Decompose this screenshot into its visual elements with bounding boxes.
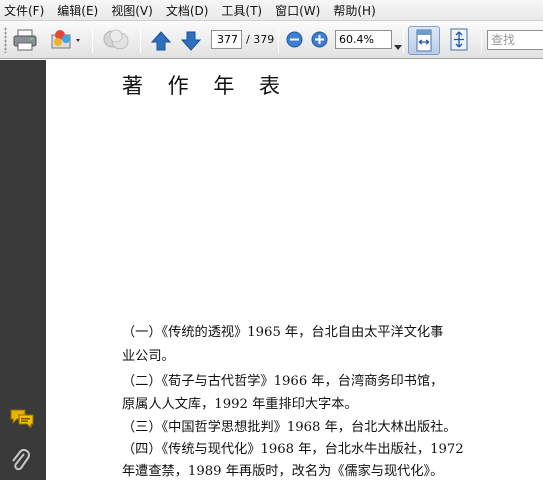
- zoom-in-icon: [311, 31, 328, 48]
- print-button[interactable]: [12, 28, 38, 56]
- comments-icon: [10, 409, 34, 430]
- toolbar-separator: [403, 27, 404, 53]
- menu-view[interactable]: 视图(V): [111, 2, 153, 19]
- share-button[interactable]: [50, 28, 84, 56]
- text-line: 年遭查禁，1989 年再版时，改名为《儒家与现代化》。: [122, 464, 444, 479]
- zoom-select[interactable]: 60.4%: [335, 30, 392, 49]
- search-placeholder: 查找: [491, 33, 516, 47]
- text-line: （二）《荀子与古代哲学》1966 年，台湾商务印书馆，: [122, 374, 444, 389]
- menu-file[interactable]: 文件(F): [4, 2, 44, 19]
- toolbar-separator: [92, 27, 93, 53]
- fit-width-icon: [416, 29, 432, 52]
- zoom-in-button[interactable]: [311, 31, 328, 52]
- search-input[interactable]: 查找: [487, 30, 543, 50]
- previous-page-button[interactable]: [150, 30, 172, 56]
- zoom-dropdown-button[interactable]: [394, 36, 402, 55]
- navigation-panel: [0, 60, 46, 480]
- next-page-button[interactable]: [180, 30, 202, 56]
- toolbar: 377 / 379 60.4% 查找: [0, 21, 543, 59]
- page-title: 著 作 年 表: [122, 74, 290, 98]
- arrow-down-icon: [180, 31, 202, 51]
- document-page: [46, 60, 543, 480]
- text-line: （一）《传统的透视》1965 年，台北自由太平洋文化事: [122, 325, 444, 340]
- chevron-down-icon: [76, 39, 80, 42]
- menu-edit[interactable]: 编辑(E): [57, 2, 98, 19]
- menu-help[interactable]: 帮助(H): [333, 2, 375, 19]
- toolbar-separator: [481, 27, 482, 53]
- text-line: 原属人人文库，1992 年重排印大字本。: [122, 397, 358, 412]
- toolbar-grip[interactable]: [4, 27, 7, 53]
- toolbar-separator: [278, 27, 279, 53]
- fit-width-button[interactable]: [408, 26, 440, 55]
- zoom-out-icon: [286, 31, 303, 48]
- zoom-out-button[interactable]: [286, 31, 303, 52]
- attachments-button[interactable]: [10, 449, 32, 477]
- toolbar-separator: [140, 27, 141, 53]
- zoom-value: 60.4%: [339, 33, 374, 46]
- paperclip-icon: [12, 449, 30, 471]
- printer-icon: [13, 29, 37, 51]
- text-line: 业公司。: [122, 349, 175, 364]
- comments-button[interactable]: [10, 408, 34, 432]
- fit-page-icon: [450, 28, 468, 51]
- menu-document[interactable]: 文档(D): [166, 2, 209, 19]
- text-line: （四）《传统与现代化》1968 年，台北水牛出版社，1972: [122, 442, 464, 457]
- page-number-input[interactable]: 377: [211, 30, 242, 49]
- menu-window[interactable]: 窗口(W): [275, 2, 320, 19]
- review-button[interactable]: [101, 27, 131, 57]
- chevron-down-icon: [394, 45, 402, 50]
- menu-bar: 文件(F) 编辑(E) 视图(V) 文档(D) 工具(T) 窗口(W) 帮助(H…: [0, 0, 543, 21]
- page-total: / 379: [246, 33, 275, 46]
- review-icon: [103, 29, 129, 50]
- share-icon: [51, 30, 80, 49]
- menu-tools[interactable]: 工具(T): [221, 2, 262, 19]
- text-line: （三）《中国哲学思想批判》1968 年，台北大林出版社。: [122, 420, 457, 435]
- fit-page-button[interactable]: [444, 26, 476, 55]
- arrow-up-icon: [150, 31, 172, 51]
